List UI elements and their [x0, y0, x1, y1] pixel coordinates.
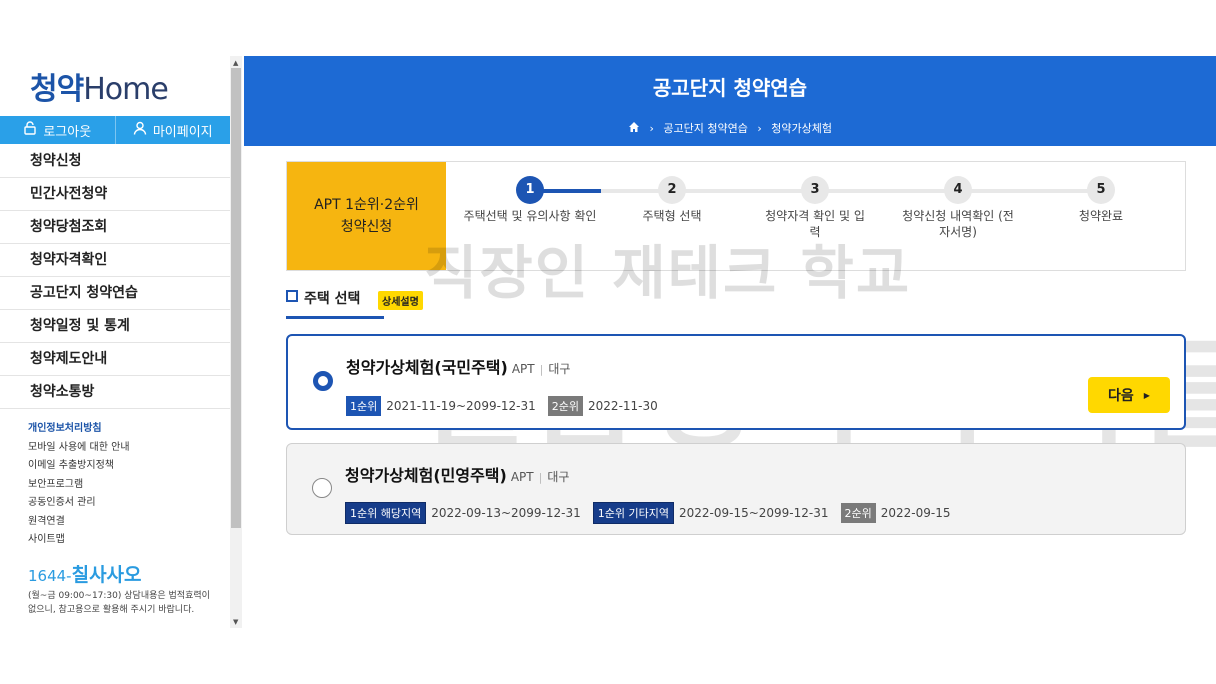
breadcrumb-item-practice[interactable]: 공고단지 청약연습: [663, 120, 747, 136]
step-4-number: 4: [944, 176, 972, 204]
link-mobile-guide[interactable]: 모바일 사용에 대한 안내: [28, 439, 130, 458]
option-card-national[interactable]: 청약가상체험(국민주택) APT | 대구 1순위 2021-11-19~2099-1…: [286, 334, 1186, 430]
logo-english: Home: [83, 72, 169, 107]
step-1: 1 주택선택 및 유의사항 확인: [460, 176, 600, 224]
radio-private[interactable]: [312, 478, 332, 498]
section-title: 주택 선택: [286, 288, 360, 308]
section-title-text: 주택 선택: [304, 291, 361, 307]
unlock-icon: [23, 121, 37, 139]
breadcrumb: › 공고단지 청약연습 › 청약가상체험: [244, 120, 1216, 136]
menu-item-schedule-stats[interactable]: 청약일정 및 통계: [0, 310, 230, 343]
menu-item-apply[interactable]: 청약신청: [0, 145, 230, 178]
option-name: 청약가상체험(민영주택): [345, 466, 507, 485]
rank-date-1st-other: 2022-09-15~2099-12-31: [678, 506, 829, 520]
logout-label: 로그아웃: [43, 124, 92, 140]
section-tab: 주택 선택: [286, 286, 384, 318]
link-email-policy[interactable]: 이메일 추출방지정책: [28, 457, 130, 476]
option-name: 청약가상체험(국민주택): [346, 358, 508, 377]
radio-national[interactable]: [313, 371, 333, 391]
sidebar-menu: 청약신청 민간사전청약 청약당첨조회 청약자격확인 공고단지 청약연습 청약일정…: [0, 145, 230, 409]
option-type: APT: [511, 362, 535, 376]
step-1-number: 1: [516, 176, 544, 204]
divider: |: [539, 363, 544, 376]
rank-row: 1순위 2021-11-19~2099-12-31 2순위 2022-11-30: [346, 396, 670, 416]
rank-row: 1순위 해당지역 2022-09-13~2099-12-31 1순위 기타지역 …: [345, 502, 963, 524]
rank-badge-1st: 1순위: [346, 396, 382, 416]
step-5: 5 청약완료: [1031, 176, 1171, 224]
link-certificate[interactable]: 공동인증서 관리: [28, 494, 130, 513]
sidebar-scrollbar[interactable]: ▲ ▼: [230, 56, 242, 628]
step-2-number: 2: [658, 176, 686, 204]
footer-links: 개인정보처리방침 모바일 사용에 대한 안내 이메일 추출방지정책 보안프로그램…: [28, 420, 130, 550]
chevron-right-icon: ›: [757, 121, 762, 135]
step-5-number: 5: [1087, 176, 1115, 204]
phone-number: 1644-칠사사오: [28, 560, 142, 587]
rank-badge-2nd: 2순위: [547, 396, 584, 416]
detail-badge[interactable]: 상세설명: [378, 291, 423, 310]
rank-date-2nd: 2022-11-30: [588, 399, 658, 413]
menu-item-eligibility-check[interactable]: 청약자격확인: [0, 244, 230, 277]
square-icon: [286, 290, 298, 302]
scroll-down-icon[interactable]: ▼: [233, 618, 238, 626]
next-label: 다음: [1108, 388, 1134, 404]
phone-main: 칠사사오: [71, 564, 142, 586]
menu-item-winner-lookup[interactable]: 청약당첨조회: [0, 211, 230, 244]
menu-item-community[interactable]: 청약소통방: [0, 376, 230, 409]
step-2-label: 주택형 선택: [642, 209, 702, 223]
user-icon: [133, 121, 147, 139]
phone-prefix: 1644-: [28, 567, 72, 585]
link-sitemap[interactable]: 사이트맵: [28, 531, 130, 550]
scroll-up-icon[interactable]: ▲: [233, 59, 238, 67]
play-arrow-icon: ▶: [1143, 390, 1150, 400]
step-3-number: 3: [801, 176, 829, 204]
steps-label: APT 1순위·2순위 청약신청: [287, 162, 446, 270]
link-security-program[interactable]: 보안프로그램: [28, 476, 130, 495]
step-2: 2 주택형 선택: [602, 176, 742, 224]
divider: |: [538, 471, 543, 484]
rank-badge-1st-local: 1순위 해당지역: [345, 502, 427, 524]
menu-item-private-pre-subscription[interactable]: 민간사전청약: [0, 178, 230, 211]
option-region: 대구: [547, 470, 570, 484]
rank-date-2nd: 2022-09-15: [880, 506, 951, 520]
site-logo[interactable]: 청약Home: [30, 72, 169, 108]
next-button[interactable]: 다음 ▶: [1088, 377, 1170, 413]
scroll-thumb[interactable]: [231, 68, 241, 528]
rank-date-1st: 2021-11-19~2099-12-31: [386, 399, 536, 413]
menu-item-practice[interactable]: 공고단지 청약연습: [0, 277, 230, 310]
steps-label-line1: APT 1순위·2순위: [314, 197, 419, 213]
step-1-label: 주택선택 및 유의사항 확인: [463, 209, 597, 223]
rank-date-1st-local: 2022-09-13~2099-12-31: [431, 506, 581, 520]
option-card-private[interactable]: 청약가상체험(민영주택) APT | 대구 1순위 해당지역 2022-09-13~2…: [286, 443, 1186, 535]
rank-badge-2nd: 2순위: [840, 503, 876, 523]
logo-korean: 청약: [30, 72, 84, 107]
link-privacy-policy[interactable]: 개인정보처리방침: [28, 420, 130, 439]
section-underline: [286, 316, 384, 319]
step-5-label: 청약완료: [1078, 209, 1124, 223]
option-type: APT: [510, 470, 534, 484]
breadcrumb-item-virtual[interactable]: 청약가상체험: [771, 120, 832, 136]
option-title: 청약가상체험(국민주택) APT | 대구: [346, 354, 570, 378]
mypage-button[interactable]: 마이페이지: [114, 116, 231, 144]
mypage-label: 마이페이지: [152, 124, 213, 140]
page-header: 공고단지 청약연습 › 공고단지 청약연습 › 청약가상체험: [244, 56, 1216, 146]
page-title: 공고단지 청약연습: [652, 76, 808, 100]
home-icon[interactable]: [628, 121, 640, 135]
rank-badge-1st-other: 1순위 기타지역: [592, 502, 674, 524]
sidebar: 청약Home 로그아웃 마이페이지 청약신청 민간사전청약 청약당첨조회 청약자…: [0, 56, 230, 628]
phone-note: (월~금 09:00~17:30) 상담내용은 법적효력이 없으니, 참고용으로…: [28, 591, 210, 615]
auth-bar: 로그아웃 마이페이지: [0, 116, 230, 144]
option-region: 대구: [548, 362, 571, 376]
link-remote[interactable]: 원격연결: [28, 513, 130, 532]
logout-button[interactable]: 로그아웃: [0, 116, 115, 144]
steps-label-line2: 청약신청: [340, 219, 393, 235]
watermark-line1: 직장인 재테크 학교: [424, 239, 912, 307]
chevron-right-icon: ›: [649, 121, 654, 135]
menu-item-system-guide[interactable]: 청약제도안내: [0, 343, 230, 376]
option-title: 청약가상체험(민영주택) APT | 대구: [345, 462, 569, 486]
